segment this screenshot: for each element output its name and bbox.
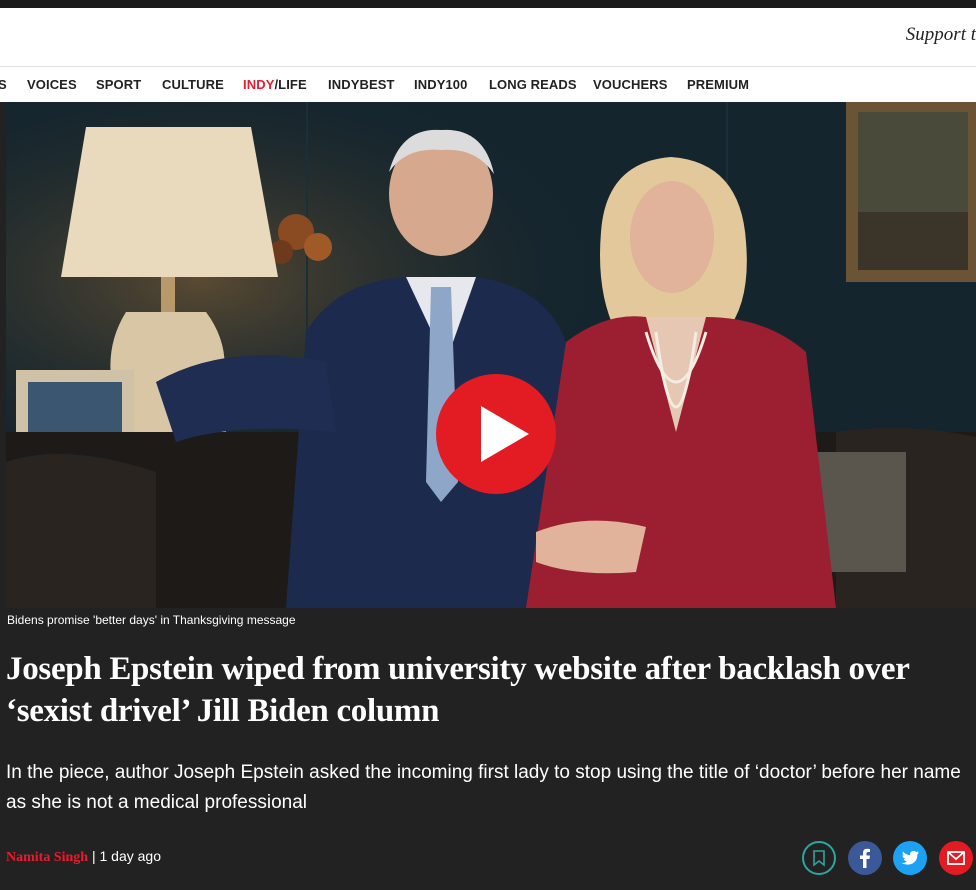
twitter-icon <box>901 850 919 865</box>
play-button[interactable] <box>436 374 556 494</box>
bookmark-button[interactable] <box>802 841 836 875</box>
nav-item-culture[interactable]: CULTURE <box>162 77 224 92</box>
nav-item-voices[interactable]: VOICES <box>27 77 77 92</box>
author-link[interactable]: Namita Singh <box>6 850 88 865</box>
main-nav: S VOICES SPORT CULTURE INDY/LIFE INDYBES… <box>0 66 976 102</box>
nav-item-premium[interactable]: PREMIUM <box>687 77 749 92</box>
nav-item-sport[interactable]: SPORT <box>96 77 141 92</box>
facebook-share-button[interactable] <box>848 841 882 875</box>
support-link[interactable]: Support t <box>906 24 976 46</box>
video-still <box>6 102 976 608</box>
twitter-share-button[interactable] <box>893 841 927 875</box>
nav-item-indylife[interactable]: INDY/LIFE <box>243 77 307 92</box>
byline-separator: | <box>88 848 100 864</box>
site-header: Support t <box>0 8 976 66</box>
article-headline: Joseph Epstein wiped from university web… <box>6 651 909 729</box>
video-caption: Bidens promise 'better days' in Thanksgi… <box>7 613 296 627</box>
article-standfirst: In the piece, author Joseph Epstein aske… <box>6 762 961 813</box>
nav-item-indylife-suffix: /LIFE <box>274 77 307 92</box>
bookmark-icon <box>813 850 825 867</box>
facebook-icon <box>860 848 870 868</box>
nav-item-vouchers[interactable]: VOUCHERS <box>593 77 667 92</box>
nav-item-long-reads[interactable]: LONG READS <box>489 77 577 92</box>
video-player[interactable] <box>6 102 976 608</box>
email-icon <box>947 851 965 865</box>
nav-item-indy100[interactable]: INDY100 <box>414 77 467 92</box>
email-share-button[interactable] <box>939 841 973 875</box>
nav-item-indybest[interactable]: INDYBEST <box>328 77 395 92</box>
nav-item-indylife-prefix: INDY <box>243 77 275 92</box>
play-icon <box>481 406 529 462</box>
publish-time: 1 day ago <box>99 848 162 864</box>
top-strip <box>0 0 976 8</box>
nav-item-news[interactable]: S <box>0 77 7 92</box>
byline: Namita Singh | 1 day ago <box>6 848 161 866</box>
